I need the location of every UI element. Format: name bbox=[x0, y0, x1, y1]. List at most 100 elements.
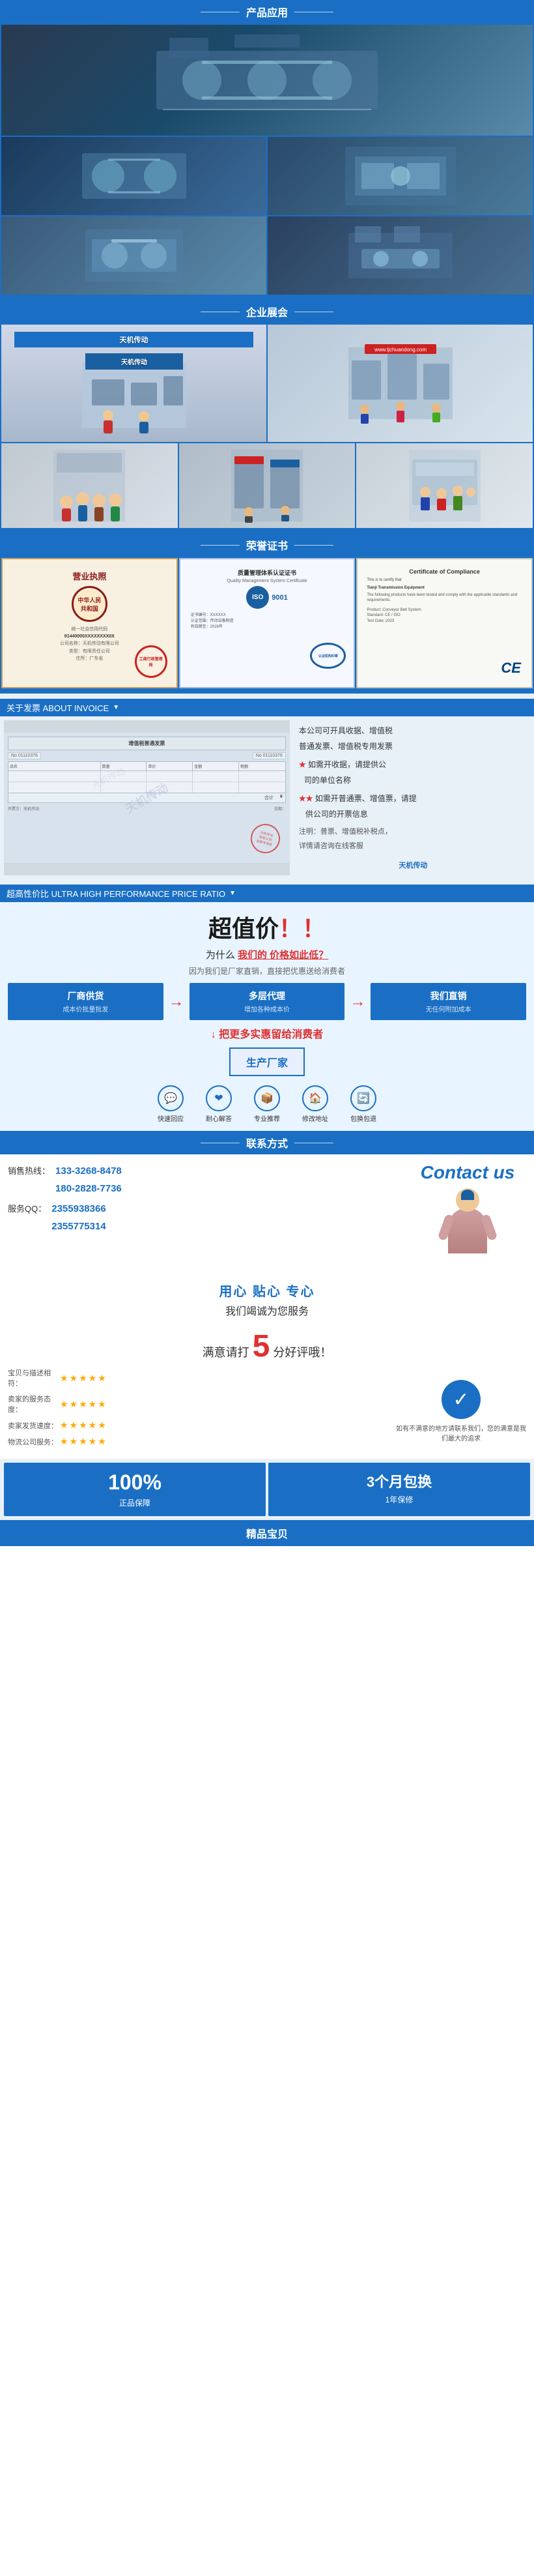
exhibition-header: 企业展会 bbox=[0, 300, 534, 323]
product-img-1 bbox=[1, 137, 266, 215]
invoice-watermark-text: 天机传动 bbox=[299, 858, 527, 873]
guarantee-num-0: 100% bbox=[8, 1471, 262, 1495]
rating-content: 宝贝与描述相符： ★★★★★ 卖家的服务态度： ★★★★★ 卖家发货速度： ★★… bbox=[8, 1368, 526, 1452]
service-item-2: 📦 专业推荐 bbox=[244, 1085, 290, 1123]
honor-header: 荣誉证书 bbox=[0, 533, 534, 557]
invoice-text: 本公司可开具收据、增值税 普通发票、增值税专用发票 ★ 如需开收据，请提供公 司… bbox=[296, 720, 530, 875]
price-header-title: 超高性价比 ULTRA HIGH PERFORMANCE PRICE RATIO bbox=[7, 887, 225, 900]
hotline-row: 销售热线： 133-3268-8478 180-2828-7736 bbox=[8, 1162, 402, 1197]
guarantee-label-1: 1年保修 bbox=[272, 1494, 526, 1505]
price-services: 💬 快速回应 ❤ 耐心解答 📦 专业推荐 🏠 修改地址 🔄 包换包退 bbox=[8, 1085, 526, 1123]
guarantee-box-1: 3个月包换 1年保修 bbox=[268, 1463, 530, 1516]
contact-left: 销售热线： 133-3268-8478 180-2828-7736 服务QQ： … bbox=[8, 1162, 402, 1266]
hotline-numbers: 133-3268-8478 180-2828-7736 bbox=[55, 1162, 122, 1197]
contact-section: 联系方式 销售热线： 133-3268-8478 180-2828-7736 服… bbox=[0, 1131, 534, 1325]
exhibit-img-5 bbox=[356, 443, 533, 528]
svg-text:天机传动: 天机传动 bbox=[121, 358, 147, 366]
rating-right: ✓ 如有不满意的地方请联系我们，您的满意是我们最大的追求 bbox=[396, 1368, 526, 1452]
bottom-label: 精品宝贝 bbox=[246, 1529, 288, 1540]
qq-row: 服务QQ： 2355938366 2355775314 bbox=[8, 1200, 402, 1235]
product-img-3 bbox=[1, 216, 266, 295]
recommend-icon: 📦 bbox=[254, 1085, 280, 1111]
contact-right: Contact us bbox=[409, 1162, 526, 1266]
contact-title: 联系方式 bbox=[246, 1135, 288, 1150]
honor-grid: 营业执照 中华人民共和国 统一社会信用代码 91440000XXXXXXXX0X… bbox=[0, 557, 534, 690]
rating-row-0: 宝贝与描述相符： ★★★★★ bbox=[8, 1368, 389, 1388]
product-app-grid bbox=[0, 23, 534, 296]
rating-row-1: 卖家的服务态度： ★★★★★ bbox=[8, 1394, 389, 1414]
qq1: 2355938366 bbox=[51, 1200, 105, 1218]
invoice-image: 天机传动 天机传动 增值税普通发票 No 01110376 No 0111037… bbox=[4, 720, 290, 875]
rating-section: 满意请打 5 分好评哦！ 宝贝与描述相符： ★★★★★ 卖家的服务态度： ★★★… bbox=[0, 1325, 534, 1459]
hotline2: 180-2828-7736 bbox=[55, 1180, 122, 1197]
cert-business-license: 营业执照 中华人民共和国 统一社会信用代码 91440000XXXXXXXX0X… bbox=[1, 558, 178, 688]
heart-icon: ❤ bbox=[206, 1085, 232, 1111]
contact-header: 联系方式 bbox=[0, 1131, 534, 1154]
service-item-3: 🏠 修改地址 bbox=[292, 1085, 338, 1123]
price-arrow: ↓ 把更多实惠留给消费者 bbox=[8, 1025, 526, 1041]
product-img-2 bbox=[268, 137, 533, 215]
invoice-line4: 注明：普票、增值税补税点， 详情请咨询在线客服 bbox=[299, 825, 527, 853]
cert-compliance: Certificate of Compliance This is to cer… bbox=[356, 558, 533, 688]
exhibit-img-2: www.tjchuandong.com bbox=[268, 325, 533, 442]
address-icon: 🏠 bbox=[302, 1085, 328, 1111]
price-card-1: 多层代理 增加各种成本价 bbox=[190, 983, 345, 1020]
exhibition-section: 企业展会 天机传动 天机传动 bbox=[0, 300, 534, 533]
invoice-line2: ★ 如需开收据，请提供公 司的单位名称 bbox=[299, 757, 527, 788]
honor-section: 荣誉证书 营业执照 中华人民共和国 统一社会信用代码 91440000XXXXX… bbox=[0, 533, 534, 694]
service-item-4: 🔄 包换包退 bbox=[341, 1085, 386, 1123]
exhibit-img-4 bbox=[179, 443, 356, 528]
honor-title: 荣誉证书 bbox=[246, 537, 288, 553]
exchange-icon: 🔄 bbox=[350, 1085, 376, 1111]
contact-content: 销售热线： 133-3268-8478 180-2828-7736 服务QQ： … bbox=[0, 1154, 534, 1274]
exhibit-img-3 bbox=[1, 443, 178, 528]
product-img-4 bbox=[268, 216, 533, 295]
invoice-header: 关于发票 ABOUT INVOICE ▼ bbox=[0, 699, 534, 716]
price-card-2: 我们直销 无任何附加成本 bbox=[371, 983, 526, 1020]
price-sub: 因为我们是厂家直销，直接把优惠送给消费者 bbox=[8, 965, 526, 976]
rating-right-text: 如有不满意的地方请联系我们，您的满意是我们最大的追求 bbox=[396, 1423, 526, 1442]
qq-label: 服务QQ： bbox=[8, 1202, 46, 1214]
invoice-content: 天机传动 天机传动 增值税普通发票 No 01110376 No 0111037… bbox=[0, 716, 534, 879]
guarantee-box-0: 100% 正品保障 bbox=[4, 1463, 266, 1516]
rating-left: 宝贝与描述相符： ★★★★★ 卖家的服务态度： ★★★★★ 卖家发货速度： ★★… bbox=[8, 1368, 389, 1452]
rating-row-2: 卖家发货速度： ★★★★★ bbox=[8, 1420, 389, 1431]
slogan1: 用心 贴心 专心 bbox=[7, 1281, 527, 1300]
product-img-top bbox=[1, 25, 533, 136]
qq-numbers: 2355938366 2355775314 bbox=[51, 1200, 105, 1235]
product-app-header: 产品应用 bbox=[0, 0, 534, 23]
price-question: 为什么 我们的 价格如此低？ bbox=[8, 948, 526, 961]
price-header-dropdown[interactable]: ▼ bbox=[229, 890, 236, 897]
guarantee-label-0: 正品保障 bbox=[8, 1497, 262, 1508]
price-section: 超高性价比 ULTRA HIGH PERFORMANCE PRICE RATIO… bbox=[0, 885, 534, 1131]
exhibit-bottom-row bbox=[1, 443, 533, 528]
invoice-section: 关于发票 ABOUT INVOICE ▼ 天机传动 天机传动 增值税普通发票 N… bbox=[0, 694, 534, 885]
rating-title: 满意请打 5 分好评哦！ bbox=[8, 1331, 526, 1362]
svg-text:www.tjchuandong.com: www.tjchuandong.com bbox=[373, 347, 426, 353]
checkmark-icon: ✓ bbox=[442, 1380, 481, 1419]
invoice-line3: ★★ 如需开普通票、增值票，请提 供公司的开票信息 bbox=[299, 791, 527, 822]
bottom-banner: 精品宝贝 bbox=[0, 1520, 534, 1546]
cert-iso: 质量管理体系认证证书 Quality Management System Cer… bbox=[179, 558, 356, 688]
invoice-title: 关于发票 ABOUT INVOICE bbox=[7, 701, 109, 714]
chat-icon: 💬 bbox=[158, 1085, 184, 1111]
exhibition-title: 企业展会 bbox=[246, 304, 288, 319]
exhibit-img-1: 天机传动 天机传动 bbox=[1, 325, 266, 442]
invoice-line1: 本公司可开具收据、增值税 普通发票、增值税专用发票 bbox=[299, 723, 527, 754]
hotline1: 133-3268-8478 bbox=[55, 1162, 122, 1180]
price-title: 超值价！！ bbox=[8, 910, 526, 944]
price-factory: 生产厂家 bbox=[229, 1047, 305, 1076]
service-slogan: 用心 贴心 专心 我们竭诚为您服务 bbox=[0, 1274, 534, 1325]
product-app-section: 产品应用 bbox=[0, 0, 534, 300]
price-section-header: 超高性价比 ULTRA HIGH PERFORMANCE PRICE RATIO… bbox=[0, 885, 534, 902]
price-factory-wrapper: 生产厂家 bbox=[8, 1045, 526, 1079]
hotline-label: 销售热线： bbox=[8, 1164, 50, 1177]
price-cards: 厂商供货 成本价批量批发 → 多层代理 增加各种成本价 → 我们直销 无任何附加… bbox=[8, 983, 526, 1020]
price-card-0: 厂商供货 成本价批量批发 bbox=[8, 983, 163, 1020]
guarantee-section: 100% 正品保障 3个月包换 1年保修 bbox=[0, 1459, 534, 1520]
dropdown-icon[interactable]: ▼ bbox=[113, 704, 119, 711]
exhibition-grid: 天机传动 天机传动 bbox=[0, 323, 534, 529]
contact-us-text: Contact us bbox=[421, 1162, 515, 1266]
guarantee-num-1: 3个月包换 bbox=[272, 1471, 526, 1491]
service-item-0: 💬 快速回应 bbox=[148, 1085, 193, 1123]
